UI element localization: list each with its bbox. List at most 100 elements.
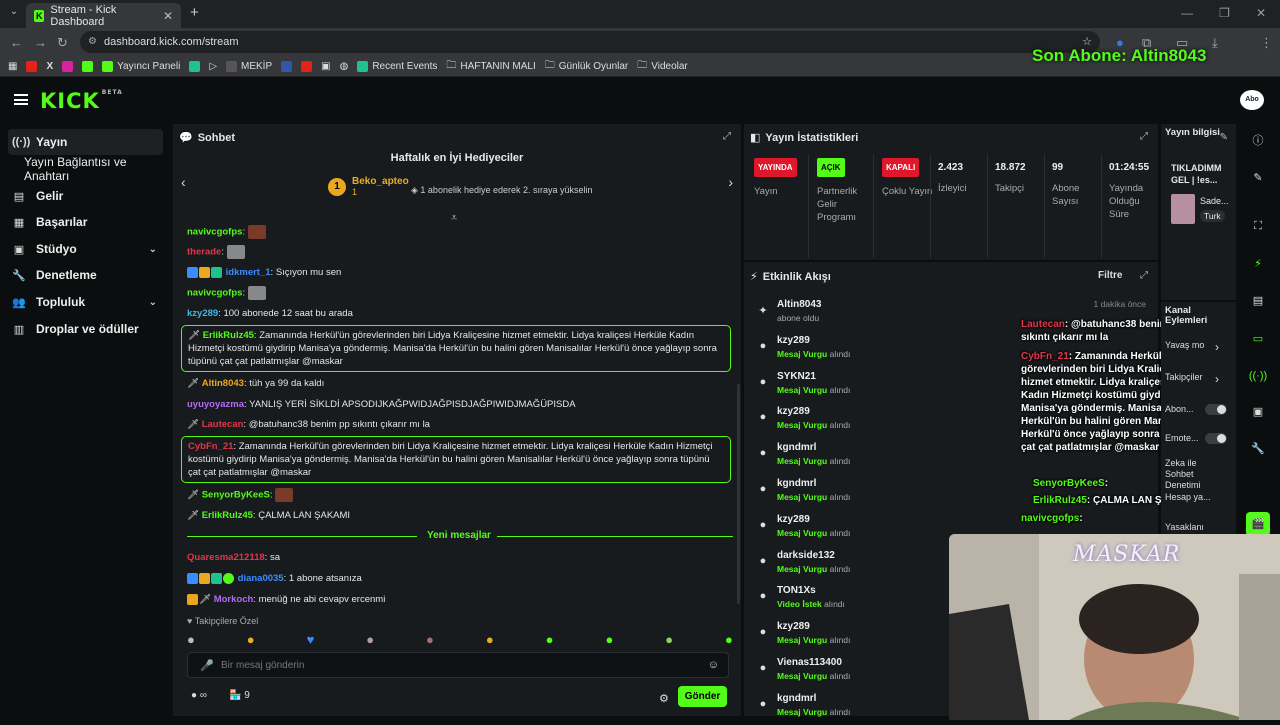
clapper-icon[interactable]: 🎬 [1246, 512, 1270, 536]
chat-footer: ● ∞ 🏪 9 [191, 690, 250, 701]
globe-icon[interactable]: ◍ [340, 61, 349, 72]
bear-emote-icon[interactable]: ● [366, 632, 374, 647]
hamburger-menu-icon[interactable] [14, 94, 28, 105]
popout-icon[interactable]: ⤢ [723, 131, 731, 142]
chat-scrollbar[interactable] [737, 384, 740, 604]
kick-logo[interactable]: KICK BETA [40, 89, 123, 113]
edit-icon[interactable]: ✎ [1246, 166, 1270, 190]
bookmark-yayinci-paneli[interactable]: Yayıncı Paneli [102, 60, 180, 72]
sunglasses-emote-icon[interactable]: ● [247, 632, 255, 647]
instagram-icon[interactable] [62, 60, 74, 72]
points-icon[interactable]: ● ∞ [191, 690, 207, 701]
store-icon[interactable]: ▣ [1246, 400, 1270, 424]
back-icon[interactable]: ← [10, 35, 23, 50]
heart-emote-icon[interactable]: ♥ [307, 632, 315, 647]
banned-words-label[interactable]: Yasaklanı [1165, 522, 1204, 532]
store-icon[interactable]: 🏪 9 [229, 690, 250, 701]
bookmark-gunluk-oyunlar[interactable]: 🗀 Günlük Oyunlar [545, 58, 628, 75]
minimize-icon[interactable]: — [1181, 6, 1193, 20]
chevron-down-icon: ⌄ [148, 243, 157, 255]
site-info-icon[interactable]: ⚙ [88, 31, 97, 53]
x-icon[interactable]: X [46, 61, 53, 72]
close-window-icon[interactable]: ✕ [1256, 6, 1266, 20]
account-age-label[interactable]: Hesap ya... [1165, 492, 1211, 502]
kick-emote-icon[interactable]: ● [546, 632, 554, 647]
chat-message-input[interactable] [221, 656, 691, 674]
emote-only-toggle[interactable] [1205, 433, 1227, 444]
tab-close-icon[interactable]: ✕ [163, 9, 173, 23]
top-gifter-name[interactable]: Beko_apteo [352, 176, 409, 187]
activity-description: Mesaj Vurgu alındı [777, 348, 851, 359]
bookmark-videolar[interactable]: 🗀 Videolar [637, 58, 688, 75]
category-name[interactable]: Sade... [1200, 196, 1229, 206]
bookmark-haftanin-mali[interactable]: 🗀 HAFTANIN MALI [446, 58, 535, 75]
sidebar-item-droplar[interactable]: ▥ Droplar ve ödüller [8, 316, 163, 342]
sidebar-item-denetleme[interactable]: 🔧 Denetleme [8, 262, 163, 288]
app-icon[interactable] [189, 60, 201, 72]
image-icon[interactable]: ▣ [321, 61, 330, 72]
category-thumbnail[interactable] [1171, 194, 1195, 224]
sidebar-item-studyo[interactable]: ▣ Stüdyo ⌄ [8, 236, 163, 262]
browser-menu-icon[interactable]: ⋮ [1260, 35, 1273, 51]
bookmark-recent-events[interactable]: Recent Events [357, 60, 437, 72]
chevron-right-icon[interactable]: › [1215, 340, 1219, 354]
sidebar-item-basarilar[interactable]: ▦ Başarılar [8, 209, 163, 235]
collapse-pinned-icon[interactable]: ⩡ [451, 212, 457, 225]
wrench-icon[interactable]: 🔧 [1246, 437, 1270, 461]
cowboy-emote-icon[interactable]: ● [486, 632, 494, 647]
kick-icon[interactable] [82, 60, 94, 72]
webcam-watermark: MASKAR [1073, 542, 1181, 567]
clip-icon[interactable]: ⛶ [1246, 214, 1270, 238]
apps-icon[interactable]: ▦ [8, 61, 17, 72]
download-icon[interactable]: ⤓ [1212, 35, 1218, 51]
sidebar-item-topluluk[interactable]: 👥 Topluluk ⌄ [8, 289, 163, 315]
ai-moderation-label[interactable]: Zeka ile Sohbet Denetimi [1165, 458, 1217, 491]
emoji-picker-icon[interactable]: ☺ [708, 659, 719, 671]
kick-emote-icon[interactable]: ● [665, 632, 673, 647]
send-button[interactable]: Gönder [678, 686, 727, 707]
chat-settings-icon[interactable]: ⚙ [659, 692, 669, 705]
popout-icon[interactable]: ⤢ [1140, 270, 1148, 281]
info-icon[interactable]: ⓘ [1246, 129, 1270, 153]
lightning-icon[interactable]: ⚡ [1246, 252, 1270, 276]
bookmark-mekip[interactable]: MEKİP [226, 60, 272, 72]
points-icon: ● [759, 375, 767, 388]
chevron-right-icon[interactable]: › [1215, 372, 1219, 386]
bookmark-icon[interactable] [281, 60, 293, 72]
document-icon[interactable]: ▤ [1246, 289, 1270, 313]
user-avatar[interactable]: Abo [1240, 90, 1264, 110]
edit-icon[interactable]: ✎ [1220, 132, 1228, 143]
activity-description: Mesaj Vurgu alındı [777, 635, 851, 646]
prev-arrow-icon[interactable]: ‹ [181, 174, 186, 190]
youtube2-icon[interactable] [301, 60, 313, 72]
subs-only-toggle[interactable] [1205, 404, 1227, 415]
cat-emote-icon[interactable]: ● [187, 632, 195, 647]
broadcast-icon[interactable]: ((·)) [1246, 364, 1270, 388]
microphone-icon[interactable]: 🎤 [200, 659, 214, 672]
new-tab-icon[interactable]: + [190, 4, 199, 21]
sidebar-item-yayin[interactable]: ((·)) Yayın [8, 129, 163, 155]
kick-emote-icon[interactable]: ● [725, 632, 733, 647]
girl-emote-icon[interactable]: ● [426, 632, 434, 647]
restore-icon[interactable]: ❐ [1219, 6, 1230, 20]
kick-emote-icon[interactable]: ● [605, 632, 613, 647]
browser-tab[interactable]: K Stream - Kick Dashboard ✕ [26, 3, 181, 28]
tab-search-icon[interactable]: ⌄ [6, 6, 22, 22]
activity-description: Mesaj Vurgu alındı [777, 671, 851, 681]
popout-icon[interactable]: ⤢ [1140, 131, 1148, 142]
chat-icon[interactable]: ▭ [1246, 327, 1270, 351]
youtube-icon[interactable] [26, 60, 38, 72]
activity-description: Mesaj Vurgu alındı [777, 384, 851, 395]
forward-icon[interactable]: → [34, 35, 47, 50]
stream-tag[interactable]: Turk [1200, 210, 1225, 222]
followers-mode-toggle[interactable]: Takipçiler [1165, 372, 1203, 382]
next-arrow-icon[interactable]: › [728, 174, 733, 190]
sidebar-item-gelir[interactable]: ▤ Gelir [8, 183, 163, 209]
filter-button[interactable]: Filtre [1098, 270, 1122, 281]
reload-icon[interactable]: ↻ [57, 35, 68, 51]
url-field[interactable]: ⚙ dashboard.kick.com/stream ☆ [80, 31, 1100, 53]
play-icon[interactable]: ▷ [209, 61, 217, 72]
cat-emote-icon [226, 245, 245, 259]
sidebar-item-stream-key[interactable]: Yayın Bağlantısı ve Anahtarı [8, 155, 163, 183]
slow-mode-toggle[interactable]: Yavaş mo [1165, 340, 1204, 350]
